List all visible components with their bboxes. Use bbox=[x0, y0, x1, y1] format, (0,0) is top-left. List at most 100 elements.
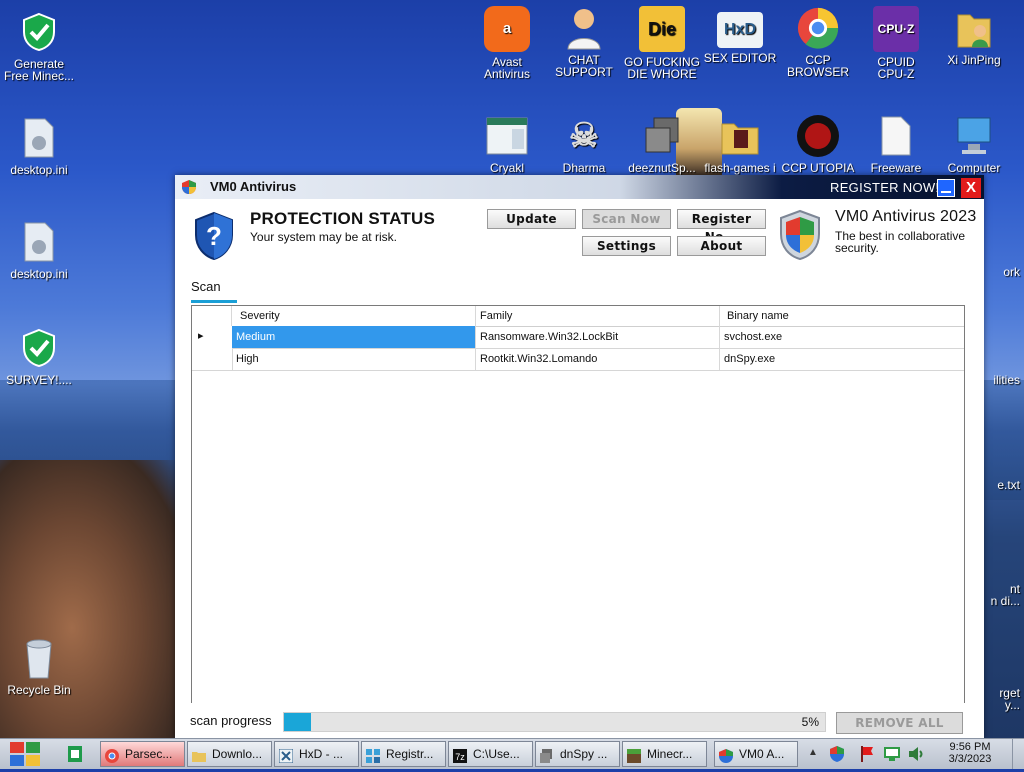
taskbar-item-label: C:\Use... bbox=[473, 747, 520, 761]
show-desktop-button[interactable] bbox=[1012, 739, 1024, 769]
utopia-icon bbox=[796, 114, 840, 158]
cpuz-icon: CPU·Z bbox=[873, 6, 919, 52]
desktop-icon-survey[interactable]: SURVEY!.... bbox=[0, 326, 82, 386]
dnspy-icon bbox=[540, 747, 554, 763]
tray-expand-icon[interactable]: ▲ bbox=[808, 747, 818, 758]
taskbar-item-7zip[interactable]: 7z C:\Use... bbox=[448, 741, 533, 767]
avast-icon: a bbox=[484, 6, 530, 52]
spreadsheet-quicklaunch-icon[interactable] bbox=[68, 746, 82, 762]
skull-icon: ☠ bbox=[568, 117, 600, 155]
desktop-icon-desktop-ini-2[interactable]: desktop.ini bbox=[0, 220, 82, 280]
update-button[interactable]: Update bbox=[487, 209, 576, 229]
copy-files-icon bbox=[640, 114, 684, 158]
desktop-icon-xi-jinping[interactable]: Xi JinPing bbox=[931, 6, 1017, 66]
desktop-icon-cryakl[interactable]: Cryakl bbox=[464, 114, 550, 174]
taskbar-clock[interactable]: 9:56 PM 3/3/2023 bbox=[932, 741, 1008, 765]
cell-severity[interactable]: High bbox=[232, 348, 476, 370]
desktop-icon-deeznut[interactable]: deeznutSp... bbox=[619, 114, 705, 174]
desktop-icon-flash-games[interactable]: flash-games i bbox=[697, 114, 783, 174]
chrome-browser-icon bbox=[796, 6, 840, 50]
protection-status-title: PROTECTION STATUS bbox=[250, 209, 436, 228]
status-area: scan progress 5% REMOVE ALL TH... bbox=[175, 703, 984, 750]
cell-family[interactable]: Ransomware.Win32.LockBit bbox=[476, 326, 720, 348]
desktop-icon-ccp-browser[interactable]: CCP BROWSER bbox=[775, 6, 861, 78]
scan-now-button[interactable]: Scan Now bbox=[582, 209, 671, 229]
brand-name: VM0 Antivirus 2023 bbox=[835, 208, 977, 225]
program-window-icon bbox=[485, 114, 529, 158]
remove-all-threats-button[interactable]: REMOVE ALL TH... bbox=[836, 712, 963, 750]
desktop-icon-label: Dharma bbox=[562, 161, 606, 175]
desktop-icon-freeware[interactable]: Freeware bbox=[853, 114, 939, 174]
shield-check-icon bbox=[17, 10, 61, 54]
tab-scan[interactable]: Scan bbox=[191, 279, 237, 303]
support-person-icon bbox=[562, 6, 606, 50]
taskbar-item-label: Downlo... bbox=[212, 747, 263, 761]
desktop-icon-label: Freeware bbox=[870, 161, 922, 175]
scan-progress-bar: 5% bbox=[283, 712, 826, 732]
desktop-icon-computer[interactable]: Computer bbox=[931, 114, 1017, 174]
column-header-binary-name[interactable]: Binary name bbox=[720, 306, 964, 326]
column-header-severity[interactable]: Severity bbox=[232, 306, 476, 326]
desktop-icon-hxd[interactable]: HxD SEX EDITOR bbox=[697, 6, 783, 64]
table-row[interactable]: High Rootkit.Win32.Lomando dnSpy.exe bbox=[192, 348, 964, 371]
clock-date: 3/3/2023 bbox=[948, 753, 992, 765]
desktop-icon-label: Generate Free Minec... bbox=[3, 57, 75, 83]
taskbar-item-label: Parsec... bbox=[125, 747, 173, 761]
hxd-icon bbox=[278, 747, 294, 764]
tray-network-icon[interactable] bbox=[884, 746, 900, 762]
start-button[interactable] bbox=[8, 741, 42, 767]
taskbar-item-label: dnSpy ... bbox=[560, 747, 608, 761]
desktop-icon-label: flash-games i bbox=[704, 161, 776, 175]
tray-flag-icon[interactable] bbox=[860, 746, 874, 762]
desktop-icon-chat-support[interactable]: CHAT SUPPORT bbox=[541, 6, 627, 78]
taskbar-item-label: VM0 A... bbox=[739, 747, 785, 761]
desktop-icon-label: CCP BROWSER bbox=[786, 53, 849, 79]
window-titlebar[interactable]: VM0 Antivirus REGISTER NOW! X bbox=[175, 175, 984, 199]
settings-file-icon bbox=[17, 116, 61, 160]
desktop-icon-label: Cryakl bbox=[489, 161, 524, 175]
vm0-app-icon bbox=[181, 179, 197, 195]
grid-header: Severity Family Binary name bbox=[192, 306, 964, 327]
vm0-icon bbox=[719, 747, 733, 763]
minecraft-icon bbox=[627, 747, 641, 763]
settings-button[interactable]: Settings bbox=[582, 236, 671, 256]
taskbar-item-label: Registr... bbox=[386, 747, 434, 761]
desktop-icon-avast[interactable]: a Avast Antivirus bbox=[464, 6, 550, 80]
register-button[interactable]: Register No... bbox=[677, 209, 766, 244]
row-header[interactable] bbox=[192, 348, 233, 370]
taskbar-item-registry[interactable]: Registr... bbox=[361, 741, 446, 767]
window-header: ? PROTECTION STATUS Your system may be a… bbox=[175, 199, 984, 269]
column-header-family[interactable]: Family bbox=[476, 306, 720, 326]
row-header[interactable]: ▸ bbox=[192, 326, 233, 348]
register-now-link[interactable]: REGISTER NOW! bbox=[830, 180, 939, 195]
taskbar-item-downloads[interactable]: Downlo... bbox=[187, 741, 272, 767]
desktop-icon-label: SEX EDITOR bbox=[703, 51, 777, 65]
taskbar-item-minecraft[interactable]: Minecr... bbox=[622, 741, 707, 767]
desktop-icon-cpuz[interactable]: CPU·Z CPUID CPU-Z bbox=[853, 6, 939, 80]
cell-family[interactable]: Rootkit.Win32.Lomando bbox=[476, 348, 720, 370]
tray-volume-icon[interactable] bbox=[908, 746, 924, 762]
recycle-bin-icon bbox=[17, 636, 61, 680]
taskbar-item-hxd[interactable]: HxD - ... bbox=[274, 741, 359, 767]
desktop-icon-recycle-bin[interactable]: Recycle Bin bbox=[0, 636, 82, 696]
cell-severity[interactable]: Medium bbox=[232, 326, 476, 348]
cell-binary-name[interactable]: svchost.exe bbox=[720, 326, 964, 348]
about-button[interactable]: About bbox=[677, 236, 766, 256]
desktop-icon-generate[interactable]: Generate Free Minec... bbox=[0, 10, 82, 82]
desktop-icon-die[interactable]: Die GO FUCKING DIE WHORE bbox=[619, 6, 705, 80]
taskbar: Parsec... Downlo... HxD - ... Registr...… bbox=[0, 738, 1024, 769]
minimize-button[interactable] bbox=[937, 179, 955, 197]
chrome-icon bbox=[105, 747, 119, 763]
vm0-antivirus-window: VM0 Antivirus REGISTER NOW! X ? PROTECTI… bbox=[175, 175, 984, 750]
taskbar-item-parsec[interactable]: Parsec... bbox=[100, 741, 185, 767]
tray-shield-icon[interactable] bbox=[830, 746, 844, 762]
close-button[interactable]: X bbox=[961, 178, 981, 198]
desktop-icon-label: CPUID CPU-Z bbox=[877, 55, 915, 81]
table-row[interactable]: ▸ Medium Ransomware.Win32.LockBit svchos… bbox=[192, 326, 964, 349]
cell-binary-name[interactable]: dnSpy.exe bbox=[720, 348, 964, 370]
desktop-icon-desktop-ini-1[interactable]: desktop.ini bbox=[0, 116, 82, 176]
taskbar-item-vm0[interactable]: VM0 A... bbox=[714, 741, 798, 767]
taskbar-item-dnspy[interactable]: dnSpy ... bbox=[535, 741, 620, 767]
desktop-icon-ccp-utopia[interactable]: CCP UTOPIA bbox=[775, 114, 861, 174]
desktop-icon-dharma[interactable]: ☠ Dharma bbox=[541, 114, 627, 174]
